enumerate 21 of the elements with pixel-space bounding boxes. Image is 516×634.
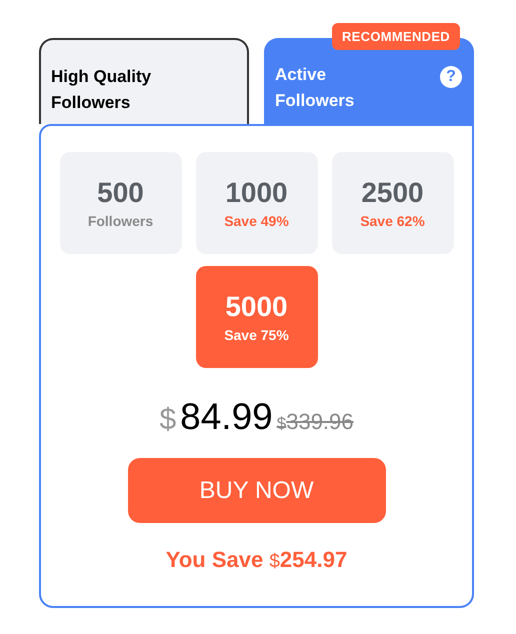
package-caption: Save 75% — [224, 327, 289, 343]
package-option[interactable]: 1000 Save 49% — [196, 152, 318, 254]
help-icon[interactable]: ? — [440, 66, 462, 88]
package-amount: 1000 — [225, 177, 288, 209]
package-amount: 5000 — [225, 291, 288, 323]
savings-text: You Save $254.97 — [166, 547, 348, 573]
tab-label: High Quality Followers — [51, 66, 152, 114]
package-caption: Save 49% — [224, 213, 289, 229]
recommended-badge: RECOMMENDED — [332, 23, 460, 50]
buy-now-button[interactable]: BUY NOW — [128, 458, 386, 523]
package-caption: Save 62% — [360, 213, 425, 229]
package-caption: Followers — [88, 213, 154, 229]
currency-symbol: $ — [159, 403, 176, 437]
package-amount: 500 — [97, 177, 144, 209]
package-option[interactable]: 500 Followers — [60, 152, 182, 254]
package-amount: 2500 — [361, 177, 424, 209]
price: 84.99 — [180, 396, 273, 438]
package-option[interactable]: 2500 Save 62% — [332, 152, 454, 254]
tab[interactable]: High Quality Followers — [39, 38, 249, 124]
tab-label: Active Followers — [275, 64, 356, 112]
package-option[interactable]: 5000 Save 75% — [196, 266, 318, 368]
